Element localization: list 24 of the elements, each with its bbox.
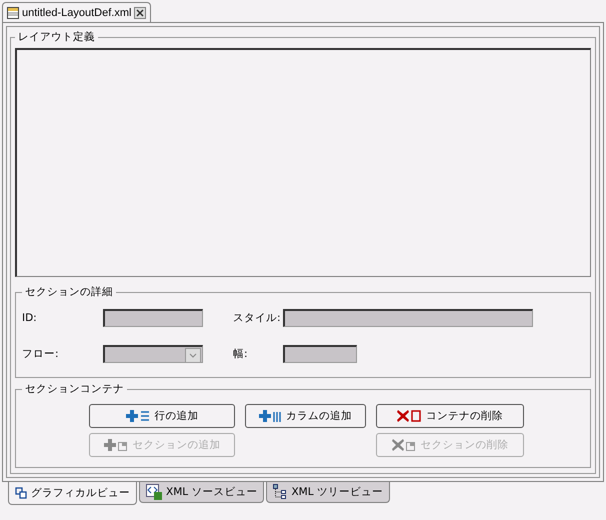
close-icon[interactable]: [134, 6, 146, 18]
add-rows-icon: [126, 410, 150, 422]
action-button[interactable]: 行の追加: [89, 404, 235, 428]
panel-title: レイアウト定義: [17, 30, 96, 44]
field-label: ID:: [22, 312, 38, 324]
view-tab[interactable]: XML ツリービュー: [266, 482, 390, 503]
add-section-icon: [104, 439, 128, 451]
action-button[interactable]: コンテナの削除: [376, 404, 524, 428]
view-tab[interactable]: XML ソースビュー: [139, 482, 264, 503]
field-label: フロー:: [22, 347, 60, 361]
window-icon: [7, 6, 19, 18]
field-label: 幅:: [233, 347, 249, 361]
add-columns-icon: [259, 410, 281, 422]
view-tab[interactable]: グラフィカルビュー: [8, 482, 137, 505]
windows-icon: [15, 487, 27, 499]
code-document-icon: [146, 484, 162, 500]
panel-title: セクションコンテナ: [24, 382, 125, 396]
delete-container-icon: [397, 410, 421, 422]
field-label: スタイル:: [233, 311, 282, 325]
tree-icon: [273, 484, 288, 500]
delete-section-icon: [392, 439, 416, 451]
editor-tab[interactable]: untitled-LayoutDef.xml: [2, 2, 152, 22]
panel-title: セクションの詳細: [24, 285, 114, 299]
action-button[interactable]: カラムの追加: [245, 404, 366, 428]
